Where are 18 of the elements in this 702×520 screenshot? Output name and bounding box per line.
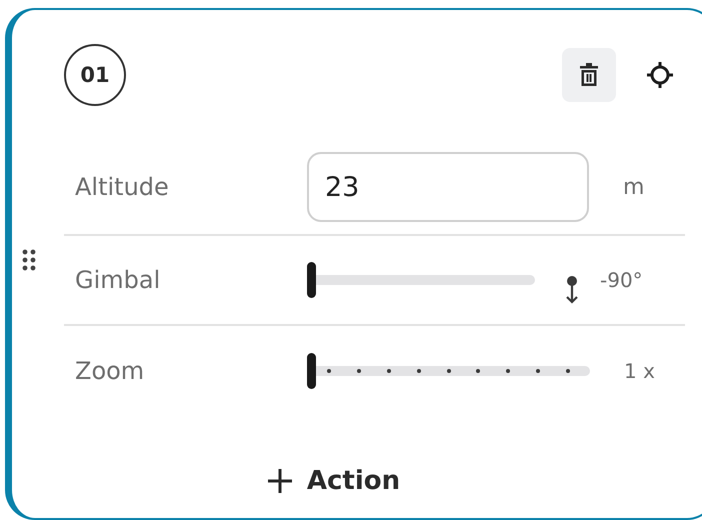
zoom-reading: 1 x <box>624 359 655 383</box>
altitude-input[interactable]: 23 <box>307 152 589 222</box>
gimbal-slider[interactable] <box>307 262 535 298</box>
pin-arrow-icon <box>564 275 580 305</box>
unit-label: m <box>623 174 644 200</box>
trash-icon <box>578 62 600 88</box>
target-button[interactable] <box>646 61 674 89</box>
delete-button[interactable] <box>562 48 616 102</box>
row-label: Altitude <box>75 173 170 201</box>
row-label: Zoom <box>75 357 146 385</box>
zoom-slider[interactable] <box>307 353 590 389</box>
gimbal-reading: -90° <box>600 268 643 292</box>
crosshair-icon <box>646 61 674 89</box>
add-action-button[interactable]: Action <box>266 466 400 496</box>
plus-icon <box>266 468 293 494</box>
drag-handle-icon[interactable] <box>22 249 36 271</box>
waypoint-number: 01 <box>64 44 126 106</box>
row-label: Gimbal <box>75 266 162 294</box>
